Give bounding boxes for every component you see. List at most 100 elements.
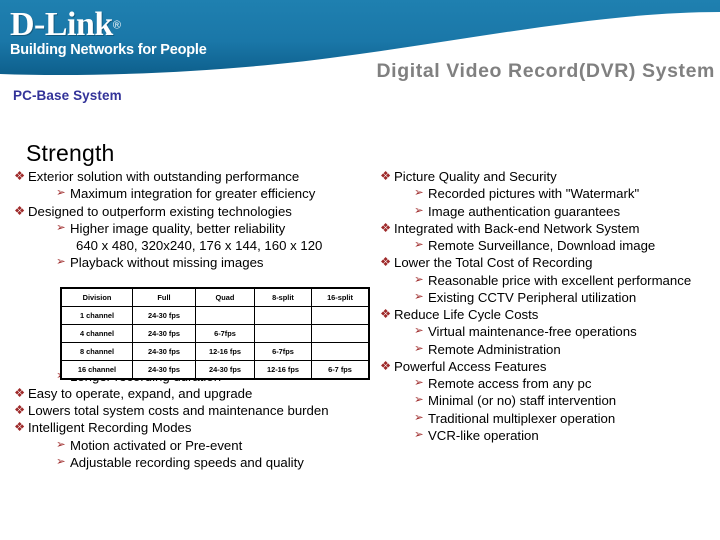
diamond-bullet-icon: ❖ [380,220,392,235]
bullet-text: Recorded pictures with "Watermark" [428,186,640,202]
bullet-text: Lower the Total Cost of Recording [394,255,593,271]
table-cell: 16 channel [60,360,133,380]
diamond-bullet-icon: ❖ [14,420,26,435]
table-cell: 24-30 fps [132,324,196,343]
table-cell: 12-16 fps [195,342,255,361]
arrow-bullet-icon: ➢ [414,325,424,338]
bullet-text: Virtual maintenance-free operations [428,324,637,340]
bullet-text: Remote Administration [428,341,561,357]
bullet-text: Existing CCTV Peripheral utilization [428,289,637,305]
bullet-item: ❖ Reduce Life Cycle Costs [380,307,716,322]
bullet-item: ➢ Recorded pictures with "Watermark" [380,186,716,202]
table-header-cell: 16-split [311,287,370,307]
arrow-bullet-icon: ➢ [56,256,66,269]
table-header-cell: 8-split [254,287,312,307]
bullet-item: ❖ Lowers total system costs and maintenan… [14,403,386,418]
bullet-item: ❖ Picture Quality and Security [380,169,716,184]
bullet-item: ➢ Remote Surveillance, Download image [380,238,716,253]
right-content-column: ❖ Picture Quality and Security ➢ Recorded p… [380,169,716,446]
table-row: 1 channel 24-30 fps [60,306,370,325]
bullet-item: ➢ Motion activated or Pre-event [14,437,386,453]
table-cell: 24-30 fps [132,306,196,325]
left-bullet-list-bottom: ➢Longer recording duration❖Easy to opera… [14,369,386,471]
bullet-item: ➢ Higher image quality, better reliabilit… [14,220,386,236]
bullet-text: Reasonable price with excellent performa… [428,272,692,288]
bullet-text: Reduce Life Cycle Costs [394,307,539,322]
bullet-item: ➢ Playback without missing images [14,255,386,271]
table-cell [311,324,370,343]
bullet-text: Traditional multiplexer operation [428,410,616,426]
table-header-row: Division Full Quad 8-split 16-split [60,287,370,307]
table-header-cell: Quad [195,287,255,307]
bullet-text: 640 x 480, 320x240, 176 x 144, 160 x 120 [76,238,323,253]
bullet-item: ❖ Intelligent Recording Modes [14,420,386,436]
bullet-text: Higher image quality, better reliability [70,220,286,236]
diamond-bullet-icon: ❖ [14,203,26,218]
bullet-text: Picture Quality and Security [394,169,557,184]
diamond-bullet-icon: ❖ [380,255,392,270]
table-row: 8 channel 24-30 fps 12-16 fps 6-7fps [60,342,370,361]
table-row: 16 channel 24-30 fps 24-30 fps 12-16 fps 6-7… [60,360,370,380]
bullet-text: VCR-like operation [428,427,539,443]
bullet-item: ➢ Maximum integration for greater efficie… [14,186,386,202]
bullet-item: ➢ Existing CCTV Peripheral utilization [380,289,716,305]
page-title: Digital Video Record(DVR) System [376,60,715,82]
dlink-logo: D-Link® Building Networks for People [10,8,207,58]
arrow-bullet-icon: ➢ [414,342,424,355]
diamond-bullet-icon: ❖ [380,358,392,373]
arrow-bullet-icon: ➢ [56,438,66,451]
bullet-text: Playback without missing images [70,255,264,271]
bullet-item: ➢ Minimal (or no) staff intervention [380,393,716,409]
bullet-text: Lowers total system costs and maintenanc… [28,403,329,418]
table-cell [311,342,370,361]
arrow-bullet-icon: ➢ [414,273,424,286]
bullet-item: ❖ Powerful Access Features [380,358,716,374]
table-cell: 8 channel [60,342,133,361]
bullet-item: ❖ Exterior solution with outstanding perf… [14,169,386,184]
arrow-bullet-icon: ➢ [414,394,424,407]
bullet-item: ➢ Reasonable price with excellent perform… [380,272,716,288]
right-bullet-list: ❖ Picture Quality and Security ➢ Recorded p… [380,169,716,443]
arrow-bullet-icon: ➢ [414,411,424,424]
bullet-text: Minimal (or no) staff intervention [428,393,617,409]
diamond-bullet-icon: ❖ [14,403,26,417]
table-cell: 24-30 fps [132,360,196,380]
bullet-text: Easy to operate, expand, and upgrade [28,385,253,401]
table-cell [254,306,312,325]
table-row: 4 channel 24-30 fps 6-7fps [60,324,370,343]
arrow-bullet-icon: ➢ [414,204,424,217]
section-heading: Strength [26,140,115,166]
table-cell [195,306,255,325]
table-header-cell: Full [132,287,196,307]
diamond-bullet-icon: ❖ [14,385,26,400]
bullet-text: Intelligent Recording Modes [28,420,192,436]
bullet-text: Remote Surveillance, Download image [428,238,656,253]
table-cell: 24-30 fps [195,360,255,380]
bullet-item: ❖ Designed to outperform existing technol… [14,203,386,219]
arrow-bullet-icon: ➢ [56,221,66,234]
table-cell: 6-7fps [195,324,255,343]
bullet-item: ➢ Virtual maintenance-free operations [380,324,716,340]
bullet-text: Maximum integration for greater efficien… [70,186,316,202]
bullet-item: ➢ Remote Administration [380,341,716,357]
bullet-text: Motion activated or Pre-event [70,437,243,453]
page-subtitle: PC-Base System [13,88,122,103]
arrow-bullet-icon: ➢ [414,239,424,251]
arrow-bullet-icon: ➢ [414,187,424,200]
left-bullet-list-top: ❖ Exterior solution with outstanding perf… [14,169,386,271]
recording-speed-table: Division Full Quad 8-split 16-split 1 channe… [60,287,370,380]
logo-tagline: Building Networks for People [10,42,207,58]
arrow-bullet-icon: ➢ [414,377,424,389]
arrow-bullet-icon: ➢ [414,290,424,303]
bullet-item: ❖ Lower the Total Cost of Recording [380,255,716,271]
bullet-text: Image authentication guarantees [428,203,621,219]
table-cell: 24-30 fps [132,342,196,361]
table-cell: 6-7 fps [311,360,370,380]
table-cell: 4 channel [60,324,133,343]
bullet-item: ➢ Image authentication guarantees [380,203,716,219]
table-header-cell: Division [60,287,133,307]
registered-trademark-icon: ® [112,19,121,32]
bullet-text: Remote access from any pc [428,376,592,391]
arrow-bullet-icon: ➢ [414,428,424,441]
table-cell: 12-16 fps [254,360,312,380]
